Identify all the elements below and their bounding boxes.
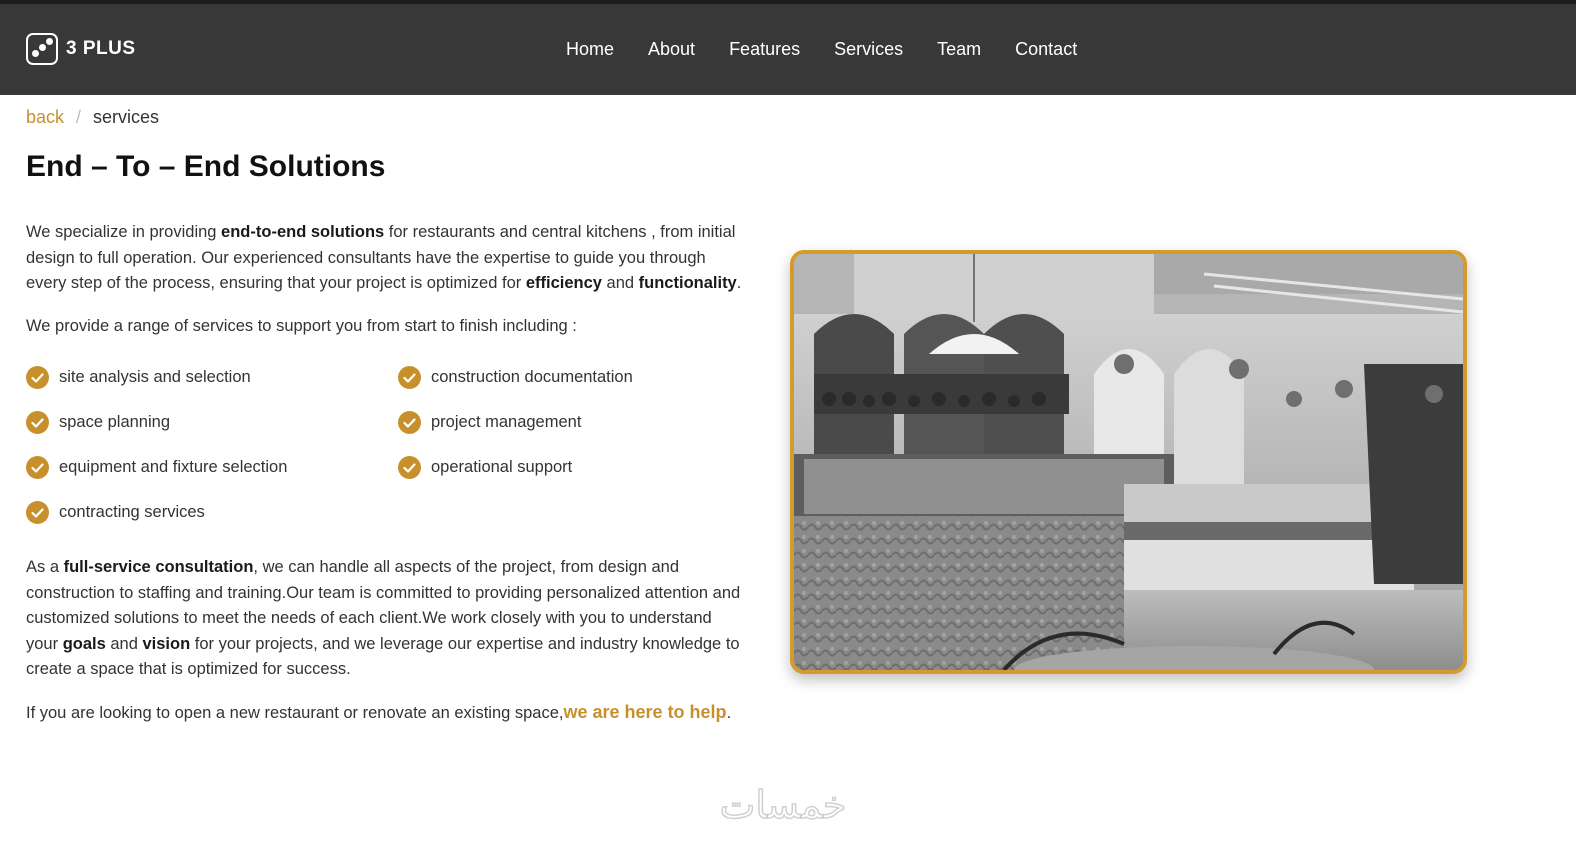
check-circle-icon: [26, 456, 49, 479]
consult-text-1: As a: [26, 558, 64, 576]
service-label: space planning: [59, 412, 171, 431]
nav-contact[interactable]: Contact: [1015, 39, 1077, 60]
list-item: site analysis and selection: [26, 365, 398, 390]
list-item: equipment and fixture selection: [26, 455, 398, 480]
list-item: contracting services: [26, 500, 398, 525]
svg-text:خمسات: خمسات: [720, 783, 847, 827]
consult-bold-3: vision: [142, 634, 191, 653]
intro-paragraph: We specialize in providing end-to-end so…: [26, 220, 746, 297]
list-item: project management: [398, 410, 718, 435]
intro-text-3: and: [601, 274, 639, 292]
services-content: We specialize in providing end-to-end so…: [26, 220, 746, 743]
check-circle-icon: [398, 456, 421, 479]
list-item: construction documentation: [398, 365, 718, 390]
closing-paragraph: If you are looking to open a new restaur…: [26, 700, 746, 727]
nav-team[interactable]: Team: [937, 39, 981, 60]
nav-home[interactable]: Home: [566, 39, 614, 60]
service-label: project management: [431, 412, 582, 431]
breadcrumb-current: services: [93, 107, 160, 127]
intro-text-4: .: [736, 274, 742, 292]
main-nav: Home About Features Services Team Contac…: [566, 4, 1077, 95]
list-item: space planning: [26, 410, 398, 435]
closing-end: .: [726, 703, 732, 722]
check-circle-icon: [26, 366, 49, 389]
breadcrumb: back / services: [26, 107, 159, 128]
navbar: 3 PLUS Home About Features Services Team…: [0, 4, 1576, 95]
watermark-logo: خمسات: [719, 782, 847, 828]
check-circle-icon: [26, 411, 49, 434]
list-item: operational support: [398, 455, 718, 480]
range-paragraph: We provide a range of services to suppor…: [26, 316, 577, 335]
intro-bold-2: efficiency: [525, 274, 602, 292]
breadcrumb-back-link[interactable]: back: [26, 107, 64, 128]
services-list: site analysis and selection construction…: [26, 365, 746, 525]
consult-bold-2: goals: [62, 634, 106, 653]
service-label: contracting services: [59, 502, 205, 521]
consult-bold-1: full-service consultation: [63, 558, 254, 576]
consult-paragraph: As a full-service consultation, we can h…: [26, 555, 746, 683]
check-circle-icon: [26, 501, 49, 524]
breadcrumb-separator: /: [76, 107, 82, 127]
intro-bold-1: end-to-end solutions: [221, 223, 385, 241]
dice-icon: [26, 33, 58, 65]
help-link[interactable]: we are here to help: [564, 702, 727, 722]
nav-services[interactable]: Services: [834, 39, 903, 60]
service-label: equipment and fixture selection: [59, 457, 288, 476]
intro-text-1: We specialize in providing: [26, 223, 222, 241]
brand-name: 3 PLUS: [66, 38, 136, 59]
service-label: construction documentation: [431, 367, 633, 386]
check-circle-icon: [398, 366, 421, 389]
restaurant-photo: [790, 250, 1467, 674]
service-label: operational support: [431, 457, 573, 476]
page-title: End – To – End Solutions: [26, 150, 386, 183]
intro-bold-3: functionality: [638, 274, 737, 292]
nav-about[interactable]: About: [648, 39, 695, 60]
brand-logo[interactable]: 3 PLUS: [26, 32, 136, 66]
service-label: site analysis and selection: [59, 367, 251, 386]
nav-features[interactable]: Features: [729, 39, 800, 60]
restaurant-kitchen-image: [794, 254, 1463, 670]
consult-text-3: and: [105, 634, 143, 653]
check-circle-icon: [398, 411, 421, 434]
closing-text: If you are looking to open a new restaur…: [26, 703, 564, 722]
